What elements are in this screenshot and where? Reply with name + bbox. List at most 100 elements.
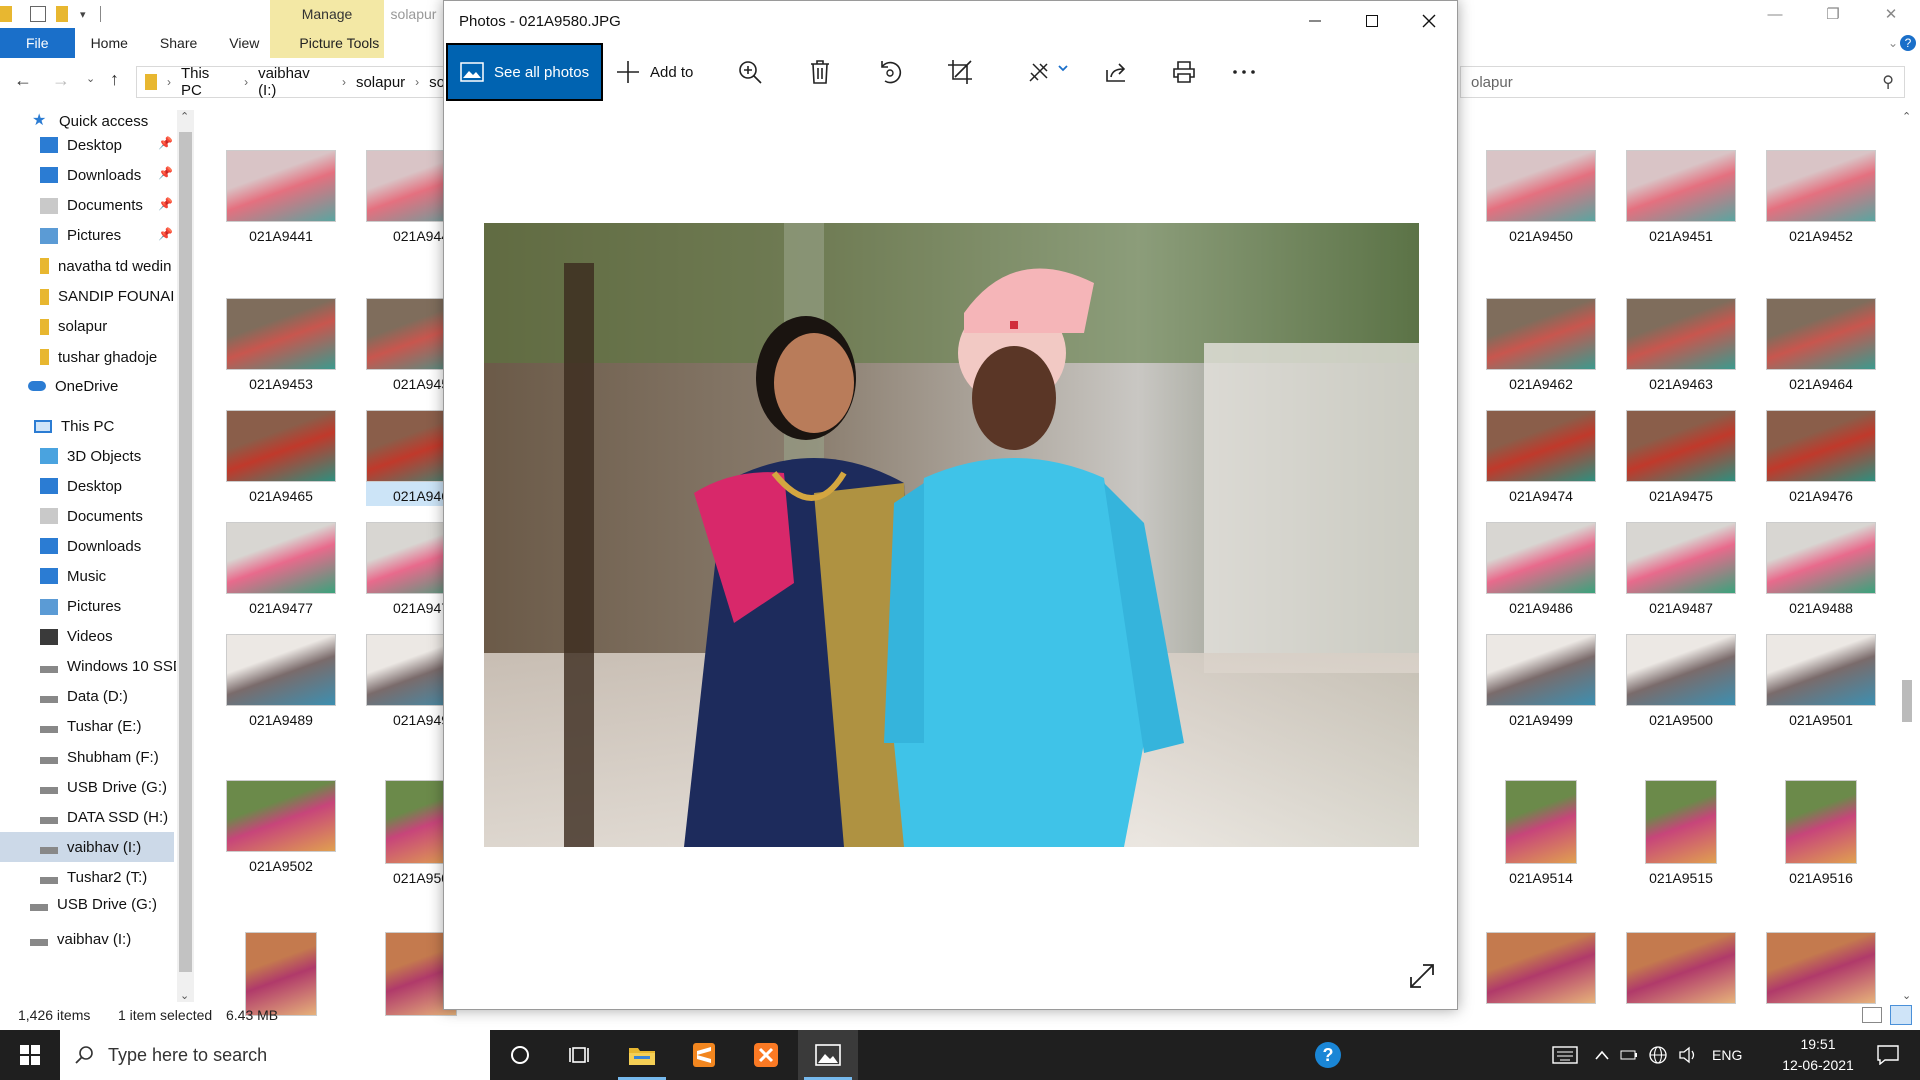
scroll-thumb[interactable] — [1902, 680, 1912, 722]
nav-quick-item[interactable]: SANDIP FOUNAI — [40, 282, 174, 312]
breadcrumb-drive[interactable]: vaibhav (I:) — [258, 65, 332, 99]
nav-pc-item[interactable]: Tushar2 (T:) — [40, 862, 147, 892]
pin-icon[interactable]: 📌 — [158, 136, 173, 150]
nav-pc-item[interactable]: Videos — [40, 622, 113, 652]
add-to-button[interactable]: Add to — [616, 43, 693, 101]
address-bar[interactable]: › This PC › vaibhav (I:) › solapur › so — [136, 65, 446, 99]
full-screen-button[interactable] — [1407, 961, 1437, 991]
nav-quick-item[interactable]: Desktop — [40, 130, 122, 160]
file-thumbnail[interactable]: 021A9441 — [226, 150, 336, 246]
scroll-up-icon[interactable]: ⌃ — [1902, 110, 1911, 123]
file-thumbnail[interactable]: 021A9474 — [1486, 410, 1596, 506]
qat-dropdown-icon[interactable]: ▾ — [80, 8, 86, 21]
details-view-icon[interactable] — [1862, 1007, 1882, 1023]
delete-button[interactable] — [798, 43, 842, 101]
expand-ribbon-icon[interactable]: ⌄ — [1888, 36, 1898, 50]
content-scrollbar[interactable]: ⌃ ⌄ — [1898, 110, 1916, 1002]
cortana-button[interactable] — [490, 1030, 550, 1080]
nav-pc-item[interactable]: vaibhav (I:) — [0, 832, 174, 863]
file-thumbnail[interactable]: 021A9477 — [226, 522, 336, 618]
start-button[interactable] — [0, 1030, 60, 1080]
nav-quick-item[interactable]: Documents — [40, 191, 143, 221]
file-thumbnail[interactable]: 021A9487 — [1626, 522, 1736, 618]
file-thumbnail[interactable]: 021A9500 — [1626, 634, 1736, 730]
maximize-button[interactable] — [1343, 1, 1400, 41]
task-view-button[interactable] — [550, 1030, 610, 1080]
nav-onedrive[interactable]: OneDrive — [28, 371, 118, 401]
large-icons-view-icon[interactable] — [1890, 1005, 1912, 1025]
up-icon[interactable]: ↑ — [110, 69, 119, 90]
keyboard-icon[interactable] — [1552, 1045, 1578, 1065]
nav-pc-item[interactable]: Documents — [40, 501, 143, 531]
recent-dropdown-icon[interactable]: ⌄ — [86, 72, 95, 85]
taskbar-photos[interactable] — [798, 1030, 858, 1080]
nav-pc-item[interactable]: DATA SSD (H:) — [40, 802, 168, 832]
nav-quick-item[interactable]: navatha td wedin — [40, 251, 171, 281]
help-tray-button[interactable]: ? — [1298, 1030, 1358, 1080]
file-thumbnail[interactable]: 021A9465 — [226, 410, 336, 506]
nav-quick-item[interactable]: solapur — [40, 312, 107, 342]
nav-usb-drive[interactable]: USB Drive (G:) — [30, 889, 157, 919]
nav-quick-item[interactable]: Pictures — [40, 221, 121, 251]
file-thumbnail[interactable]: 021A9501 — [1766, 634, 1876, 730]
nav-quick-item[interactable]: Downloads — [40, 160, 141, 190]
nav-pc-item[interactable]: Pictures — [40, 592, 121, 622]
pin-icon[interactable]: 📌 — [158, 166, 173, 180]
file-thumbnail[interactable]: 021A9464 — [1766, 298, 1876, 394]
nav-scrollbar[interactable]: ⌃ ⌄ — [177, 110, 194, 1002]
rotate-button[interactable] — [868, 43, 912, 101]
minimize-button[interactable]: — — [1746, 0, 1804, 28]
forward-icon[interactable]: → — [52, 70, 70, 91]
chevron-up-icon[interactable] — [1594, 1049, 1610, 1061]
scroll-down-icon[interactable]: ⌄ — [1902, 989, 1911, 1002]
help-icon[interactable]: ? — [1900, 35, 1916, 51]
file-thumbnail[interactable]: 021A9452 — [1766, 150, 1876, 246]
nav-pc-item[interactable]: Music — [40, 561, 106, 591]
file-thumbnail[interactable]: 021A9499 — [1486, 634, 1596, 730]
nav-pc-item[interactable]: USB Drive (G:) — [40, 772, 167, 802]
input-language[interactable]: ENG — [1712, 1047, 1742, 1063]
breadcrumb-this-pc[interactable]: This PC — [181, 65, 234, 99]
tab-file[interactable]: File — [0, 28, 75, 58]
restore-button[interactable]: ❐ — [1804, 0, 1862, 28]
properties-icon[interactable] — [30, 6, 46, 22]
edit-create-button[interactable] — [1018, 43, 1078, 101]
tab-share[interactable]: Share — [144, 28, 213, 58]
nav-pc-item[interactable]: Shubham (F:) — [40, 742, 159, 772]
tab-home[interactable]: Home — [75, 28, 144, 58]
taskbar-search-box[interactable]: Type here to search — [60, 1030, 490, 1080]
nav-pc-item[interactable]: Tushar (E:) — [40, 712, 141, 742]
nav-quick-item[interactable]: tushar ghadoje — [40, 342, 157, 372]
tab-picture-tools[interactable]: Picture Tools — [283, 28, 395, 58]
file-thumbnail[interactable]: 021A9488 — [1766, 522, 1876, 618]
taskbar-xampp[interactable] — [736, 1030, 796, 1080]
file-thumbnail[interactable]: 021A9462 — [1486, 298, 1596, 394]
zoom-button[interactable] — [728, 43, 772, 101]
file-thumbnail[interactable]: 021A9514 — [1486, 780, 1596, 886]
nav-pc-item[interactable]: 3D Objects — [40, 441, 141, 471]
print-button[interactable] — [1162, 43, 1206, 101]
file-thumbnail[interactable]: 021A9489 — [226, 634, 336, 730]
nav-pc-item[interactable]: Windows 10 SSD — [40, 652, 176, 682]
scroll-down-icon[interactable]: ⌄ — [180, 989, 189, 1002]
nav-pc-item[interactable]: Downloads — [40, 531, 141, 561]
file-thumbnail[interactable]: 021A9515 — [1626, 780, 1736, 886]
volume-icon[interactable] — [1678, 1046, 1698, 1064]
crop-button[interactable] — [938, 43, 982, 101]
share-button[interactable] — [1094, 43, 1138, 101]
taskbar-clock[interactable]: 19:51 12-06-2021 — [1778, 1034, 1858, 1076]
new-folder-icon[interactable] — [56, 6, 68, 22]
file-thumbnail[interactable]: 021A9450 — [1486, 150, 1596, 246]
battery-icon[interactable] — [1620, 1049, 1638, 1061]
nav-pc-item[interactable]: Data (D:) — [40, 682, 128, 712]
file-thumbnail[interactable]: 021A9475 — [1626, 410, 1736, 506]
file-thumbnail[interactable]: 021A9486 — [1486, 522, 1596, 618]
file-thumbnail[interactable]: 021A9516 — [1766, 780, 1876, 886]
file-thumbnail[interactable]: 021A9451 — [1626, 150, 1736, 246]
scroll-thumb[interactable] — [179, 132, 192, 972]
tab-view[interactable]: View — [213, 28, 275, 58]
minimize-button[interactable] — [1286, 1, 1343, 41]
file-thumbnail[interactable]: 021A9476 — [1766, 410, 1876, 506]
back-icon[interactable]: ← — [14, 70, 32, 91]
search-box[interactable]: olapur ⚲ — [1460, 66, 1905, 98]
